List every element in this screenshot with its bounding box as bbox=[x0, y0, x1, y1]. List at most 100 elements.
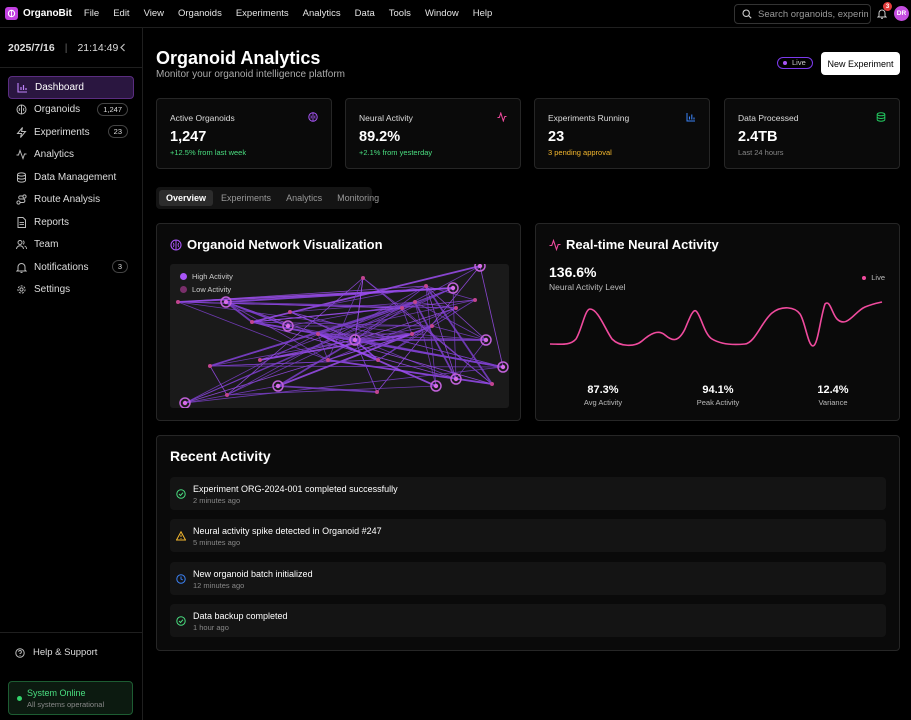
sidebar-item-data-management[interactable]: Data Management bbox=[8, 166, 134, 189]
network-node bbox=[483, 337, 489, 343]
network-node bbox=[361, 276, 365, 280]
sidebar-item-settings[interactable]: Settings bbox=[8, 279, 134, 302]
legend-high-activity: High Activity bbox=[180, 272, 233, 281]
tab-analytics[interactable]: Analytics bbox=[279, 190, 329, 206]
sidebar-item-dashboard[interactable]: Dashboard bbox=[8, 76, 134, 99]
network-visualization-card: Organoid Network Visualization High Acti… bbox=[156, 223, 521, 421]
sidebar-item-experiments[interactable]: Experiments 23 bbox=[8, 121, 134, 144]
stat-value: 2.4TB bbox=[738, 129, 778, 145]
activity-item[interactable]: Data backup completed 1 hour ago bbox=[170, 604, 886, 637]
sidebar-item-label: Dashboard bbox=[35, 81, 84, 93]
search-box[interactable] bbox=[734, 4, 871, 24]
clock: 2025/7/16 | 21:14:49 bbox=[0, 28, 142, 68]
status-dot bbox=[17, 696, 22, 701]
check-circle-icon bbox=[176, 489, 186, 499]
sidebar-item-analytics[interactable]: Analytics bbox=[8, 144, 134, 167]
network-node bbox=[410, 332, 414, 336]
network-edge bbox=[251, 265, 481, 323]
card-title: Organoid Network Visualization bbox=[170, 237, 383, 252]
route-icon bbox=[16, 194, 27, 205]
network-node bbox=[176, 300, 180, 304]
stat-label: Neural Activity bbox=[359, 113, 413, 123]
network-canvas[interactable]: High Activity Low Activity bbox=[170, 264, 509, 408]
live-badge: Live bbox=[777, 57, 813, 69]
menu-edit[interactable]: Edit bbox=[113, 8, 129, 19]
notification-badge: 3 bbox=[111, 260, 128, 273]
network-node bbox=[424, 284, 428, 288]
activity-item[interactable]: Neural activity spike detected in Organo… bbox=[170, 519, 886, 552]
tab-overview[interactable]: Overview bbox=[159, 190, 214, 206]
menu-experiments[interactable]: Experiments bbox=[236, 8, 289, 19]
stat-label: Experiments Running bbox=[548, 113, 630, 123]
stat-card-active-organoids: Active Organoids 1,247 +12.5% from last … bbox=[156, 98, 332, 169]
network-node bbox=[250, 320, 254, 324]
users-icon bbox=[16, 240, 27, 250]
network-node bbox=[490, 382, 494, 386]
status-subtitle: All systems operational bbox=[27, 700, 105, 709]
menu-tools[interactable]: Tools bbox=[389, 8, 411, 19]
brain-icon bbox=[5, 7, 18, 20]
menu-data[interactable]: Data bbox=[355, 8, 375, 19]
menu-view[interactable]: View bbox=[144, 8, 164, 19]
card-title: Real-time Neural Activity bbox=[549, 237, 719, 252]
sidebar-item-team[interactable]: Team bbox=[8, 234, 134, 257]
brain-icon bbox=[170, 238, 182, 251]
avatar[interactable]: DR bbox=[894, 6, 909, 21]
organoid-count-badge: 1,247 bbox=[97, 102, 128, 116]
menu-organoids[interactable]: Organoids bbox=[178, 8, 222, 19]
app-logo[interactable]: OrganoBit bbox=[5, 7, 72, 20]
help-label: Help & Support bbox=[33, 647, 98, 658]
legend-low-activity: Low Activity bbox=[180, 285, 231, 294]
menu-window[interactable]: Window bbox=[425, 8, 459, 19]
stat-value: 1,247 bbox=[170, 129, 207, 145]
sidebar-item-route-analysis[interactable]: Route Analysis bbox=[8, 189, 134, 212]
network-node bbox=[400, 306, 404, 310]
stat-label: Data Processed bbox=[738, 113, 799, 123]
database-icon bbox=[876, 112, 886, 122]
activity-text: New organoid batch initialized bbox=[193, 569, 313, 579]
sidebar-item-organoids[interactable]: Organoids 1,247 bbox=[8, 99, 134, 122]
search-input[interactable] bbox=[758, 8, 868, 20]
activity-text: Data backup completed bbox=[193, 611, 288, 621]
tab-monitoring[interactable]: Monitoring bbox=[330, 190, 386, 206]
page-title: Organoid Analytics bbox=[156, 48, 321, 68]
network-node bbox=[223, 299, 229, 305]
neural-activity-card: Real-time Neural Activity 136.6% Neural … bbox=[535, 223, 900, 421]
stat-label: Active Organoids bbox=[170, 113, 235, 123]
gear-icon bbox=[17, 285, 26, 294]
help-support-link[interactable]: Help & Support bbox=[0, 632, 142, 672]
sidebar-item-reports[interactable]: Reports bbox=[8, 211, 134, 234]
chevron-left-icon[interactable] bbox=[119, 43, 127, 52]
menu-bar: OrganoBit File Edit View Organoids Exper… bbox=[0, 0, 911, 28]
network-node bbox=[182, 400, 188, 406]
clock-date: 2025/7/16 bbox=[8, 41, 55, 54]
activity-text: Neural activity spike detected in Organo… bbox=[193, 526, 382, 536]
legend-swatch bbox=[180, 286, 187, 293]
activity-item[interactable]: New organoid batch initialized 12 minute… bbox=[170, 562, 886, 595]
network-node bbox=[208, 364, 212, 368]
brain-icon bbox=[308, 112, 318, 122]
network-node bbox=[376, 358, 380, 362]
sidebar: 2025/7/16 | 21:14:49 Dashboard Organoids… bbox=[0, 28, 143, 720]
system-status-card: System Online All systems operational bbox=[8, 681, 133, 715]
zap-icon bbox=[16, 126, 27, 138]
new-experiment-button[interactable]: New Experiment bbox=[821, 52, 900, 75]
sidebar-item-notifications[interactable]: Notifications 3 bbox=[8, 256, 134, 279]
activity-item[interactable]: Experiment ORG-2024-001 completed succes… bbox=[170, 477, 886, 510]
tab-experiments[interactable]: Experiments bbox=[214, 190, 278, 206]
search-icon bbox=[742, 9, 752, 19]
menu-help[interactable]: Help bbox=[473, 8, 493, 19]
menu-file[interactable]: File bbox=[84, 8, 99, 19]
stat-value: 23 bbox=[548, 129, 565, 145]
network-node bbox=[433, 383, 439, 389]
metric-avg-activity: 87.3% Avg Activity bbox=[563, 384, 643, 407]
clock-separator: | bbox=[64, 41, 68, 54]
sidebar-item-label: Analytics bbox=[34, 149, 75, 161]
network-node bbox=[326, 358, 330, 362]
activity-text: Experiment ORG-2024-001 completed succes… bbox=[193, 484, 398, 494]
sidebar-item-label: Experiments bbox=[34, 126, 90, 138]
legend-swatch bbox=[180, 273, 187, 280]
menu-analytics[interactable]: Analytics bbox=[303, 8, 341, 19]
neural-activity-label: Neural Activity Level bbox=[549, 282, 626, 292]
metric-peak-activity: 94.1% Peak Activity bbox=[678, 384, 758, 407]
